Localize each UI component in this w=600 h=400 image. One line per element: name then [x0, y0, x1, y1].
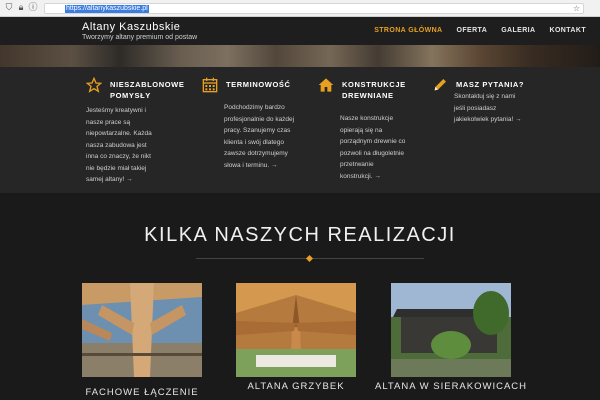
- feature-text: Nasze konstrukcje opierają się na porząd…: [340, 115, 406, 180]
- feature-title: MASZ PYTANIA?: [456, 80, 525, 89]
- feature-title: NIESZABLONOWE POMYSŁY: [110, 80, 185, 100]
- calendar-icon: [202, 77, 218, 93]
- feature-title: TERMINOWOŚĆ: [226, 80, 291, 89]
- site-title[interactable]: Altany Kaszubskie: [82, 21, 180, 33]
- gallery-photo[interactable]: [391, 283, 511, 377]
- url-text[interactable]: https://altanykaszubskie.pl: [65, 5, 149, 13]
- feature-text: Podchodzimy bardzo profesjonalnie do każ…: [224, 104, 295, 169]
- hero-image-strip: [0, 45, 600, 67]
- divider-diamond-icon: [305, 254, 314, 263]
- gallery-caption[interactable]: FACHOWE ŁĄCZENIE: [62, 387, 222, 398]
- page-info-icon[interactable]: ⓘ: [28, 3, 38, 13]
- gallery-item[interactable]: ALTANA GRZYBEK: [236, 283, 356, 392]
- gallery-caption[interactable]: ALTANA GRZYBEK: [216, 381, 376, 392]
- lock-icon[interactable]: 🔒︎: [16, 3, 26, 13]
- nav-home[interactable]: STRONA GŁÓWNA: [374, 27, 442, 34]
- nav-offer[interactable]: OFERTA: [457, 27, 488, 34]
- shield-icon[interactable]: ⛉: [4, 3, 14, 13]
- feature-text: Skontaktuj się z nami jeśli posiadasz ja…: [454, 93, 522, 123]
- bookmark-star-icon[interactable]: ☆: [573, 4, 580, 14]
- nav-gallery[interactable]: GALERIA: [501, 27, 535, 34]
- feature-text: Jesteśmy kreatywni i nasze prace są niep…: [86, 107, 152, 183]
- section-title: KILKA NASZYCH REALIZACJI: [144, 224, 456, 246]
- gallery-caption[interactable]: ALTANA W SIERAKOWICACH: [371, 381, 531, 392]
- gallery-item[interactable]: ALTANA W SIERAKOWICACH: [375, 283, 526, 392]
- gallery-photo[interactable]: [236, 283, 356, 377]
- site-header: Altany Kaszubskie Tworzymy altany premiu…: [0, 17, 600, 45]
- star-outline-icon: [86, 77, 102, 93]
- pencil-icon: [434, 79, 446, 91]
- home-icon: [318, 78, 334, 92]
- feature-title: KONSTRUKCJE DREWNIANE: [342, 80, 406, 100]
- gallery-item[interactable]: FACHOWE ŁĄCZENIE: [82, 283, 202, 398]
- main-nav: STRONA GŁÓWNA OFERTA GALERIA KONTAKT: [374, 27, 586, 34]
- url-field[interactable]: https://altanykaszubskie.pl ☆: [44, 3, 584, 14]
- features-band: NIESZABLONOWE POMYSŁY Jesteśmy kreatywni…: [0, 67, 600, 193]
- gallery-photo[interactable]: [82, 283, 202, 377]
- nav-contact[interactable]: KONTAKT: [550, 27, 587, 34]
- browser-address-bar: ⛉ 🔒︎ ⓘ https://altanykaszubskie.pl ☆: [0, 0, 600, 17]
- site-tagline: Tworzymy altany premium od postaw: [82, 34, 198, 41]
